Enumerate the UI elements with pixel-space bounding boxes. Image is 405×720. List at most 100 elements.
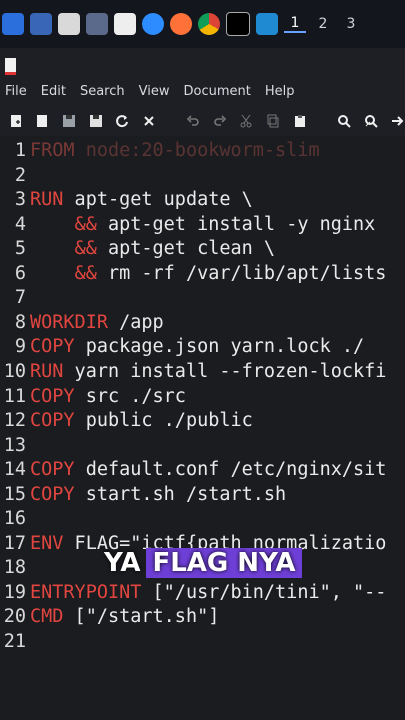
- keyword: ENTRYPOINT: [30, 581, 142, 603]
- code-line[interactable]: 16: [0, 507, 405, 531]
- line-number: 4: [14, 213, 26, 235]
- menu-document[interactable]: Document: [183, 84, 250, 99]
- line-number: 12: [3, 410, 26, 432]
- close-icon[interactable]: [141, 113, 157, 129]
- code-text: CMD ["/start.sh"]: [30, 605, 219, 629]
- code-line[interactable]: 3 RUN apt-get update \: [0, 188, 405, 212]
- menu-file[interactable]: File: [5, 84, 27, 99]
- menu-search[interactable]: Search: [80, 84, 125, 99]
- find-icon[interactable]: [336, 113, 352, 129]
- reload-icon[interactable]: [114, 113, 130, 129]
- operator: &&: [74, 238, 97, 260]
- keyword: COPY: [30, 336, 75, 358]
- terminal-icon[interactable]: [226, 12, 250, 36]
- code-text: FROM node:20-bookworm-slim: [30, 139, 320, 163]
- code-line[interactable]: 20 CMD ["/start.sh"]: [0, 605, 405, 629]
- keyword: COPY: [30, 459, 75, 481]
- line-number: 11: [3, 385, 26, 407]
- line-number: 14: [3, 459, 26, 481]
- line-number: 19: [3, 581, 26, 603]
- code-line[interactable]: 19 ENTRYPOINT ["/usr/bin/tini", "--: [0, 581, 405, 605]
- code-line[interactable]: 4 && apt-get install -y nginx: [0, 213, 405, 237]
- code-rest: src ./src: [74, 385, 186, 407]
- code-rest: default.conf /etc/nginx/sit: [74, 459, 387, 481]
- text-editor-icon[interactable]: [114, 13, 136, 35]
- code-line[interactable]: 7: [0, 286, 405, 310]
- zoom-icon[interactable]: [142, 13, 164, 35]
- keyword: RUN: [30, 360, 64, 382]
- code-line[interactable]: 10 RUN yarn install --frozen-lockfi: [0, 360, 405, 384]
- workspace-2[interactable]: 2: [312, 16, 334, 32]
- undo-icon[interactable]: [185, 113, 201, 129]
- chrome-icon[interactable]: [198, 13, 220, 35]
- save-as-icon[interactable]: [88, 113, 104, 129]
- redo-icon[interactable]: [212, 113, 228, 129]
- code-line[interactable]: 5 && apt-get clean \: [0, 237, 405, 261]
- line-number: 17: [3, 532, 26, 554]
- workspace-3[interactable]: 3: [340, 16, 362, 32]
- window-titlebar: [0, 52, 405, 76]
- taskbar: 1 2 3: [0, 0, 405, 48]
- app-icon: [5, 58, 16, 75]
- code-rest: package.json yarn.lock ./: [74, 336, 365, 358]
- menu-help[interactable]: Help: [265, 84, 295, 99]
- code-rest: apt-get clean \: [96, 238, 276, 260]
- code-line[interactable]: 8 WORKDIR /app: [0, 311, 405, 335]
- line-number: 5: [14, 238, 26, 260]
- code-text: RUN apt-get update \: [30, 188, 253, 212]
- copy-icon[interactable]: [265, 113, 281, 129]
- code-text: COPY package.json yarn.lock ./: [30, 335, 364, 359]
- jump-to-icon[interactable]: [390, 113, 405, 129]
- code-rest: rm -rf /var/lib/apt/lists: [96, 262, 387, 284]
- keyword: ENV: [30, 532, 64, 554]
- keyword: CMD: [30, 606, 64, 628]
- line-number: 10: [3, 360, 26, 382]
- keyword: COPY: [30, 385, 75, 407]
- code-line[interactable]: 9 COPY package.json yarn.lock ./: [0, 335, 405, 359]
- code-line[interactable]: 6 && rm -rf /var/lib/apt/lists: [0, 262, 405, 286]
- code-rest: ["/usr/bin/tini", "--: [141, 581, 387, 603]
- code-text: COPY src ./src: [30, 385, 186, 409]
- keyword: RUN: [30, 189, 64, 211]
- menu-view[interactable]: View: [139, 84, 170, 99]
- vscode-icon[interactable]: [256, 13, 278, 35]
- firefox-icon[interactable]: [170, 13, 192, 35]
- new-window-icon[interactable]: [35, 113, 51, 129]
- file-manager-icon[interactable]: [58, 13, 80, 35]
- code-text: ENTRYPOINT ["/usr/bin/tini", "--: [30, 581, 386, 605]
- cut-icon[interactable]: [239, 113, 255, 129]
- code-line[interactable]: 2: [0, 164, 405, 188]
- screen-icon[interactable]: [86, 13, 108, 35]
- paste-icon[interactable]: [292, 113, 308, 129]
- replace-icon[interactable]: [363, 113, 379, 129]
- code-line[interactable]: 1 FROM node:20-bookworm-slim: [0, 139, 405, 163]
- code-line[interactable]: 13: [0, 434, 405, 458]
- keyword: WORKDIR: [30, 311, 108, 333]
- line-number: 8: [14, 311, 26, 333]
- code-line[interactable]: 21: [0, 630, 405, 654]
- save-icon[interactable]: [61, 113, 77, 129]
- code-line[interactable]: 12 COPY public ./public: [0, 409, 405, 433]
- workspace-1[interactable]: 1: [284, 15, 306, 33]
- new-file-icon[interactable]: [8, 113, 24, 129]
- video-caption: YA FLAG NYA: [104, 543, 302, 583]
- keyword: COPY: [30, 483, 75, 505]
- code-rest: start.sh /start.sh: [74, 483, 287, 505]
- desktop-icon[interactable]: [30, 13, 52, 35]
- line-number: 16: [3, 508, 26, 530]
- code-line[interactable]: 15 COPY start.sh /start.sh: [0, 483, 405, 507]
- caption-highlight: FLAG NYA: [146, 548, 302, 578]
- code-line[interactable]: 11 COPY src ./src: [0, 385, 405, 409]
- code-text: RUN yarn install --frozen-lockfi: [30, 360, 386, 384]
- code-line[interactable]: 14 COPY default.conf /etc/nginx/sit: [0, 458, 405, 482]
- code-text: COPY public ./public: [30, 409, 253, 433]
- line-number: 7: [14, 287, 26, 309]
- code-rest: ["/start.sh"]: [63, 606, 220, 628]
- code-text: && apt-get clean \: [30, 237, 276, 261]
- menu-edit[interactable]: Edit: [41, 84, 66, 99]
- code-rest: yarn install --frozen-lockfi: [63, 360, 387, 382]
- code-text: COPY start.sh /start.sh: [30, 483, 286, 507]
- start-menu-icon[interactable]: [2, 13, 24, 35]
- caption-plain: YA: [104, 548, 141, 578]
- code-editor[interactable]: 1 FROM node:20-bookworm-slim 2 3 RUN apt-get…: [0, 136, 405, 720]
